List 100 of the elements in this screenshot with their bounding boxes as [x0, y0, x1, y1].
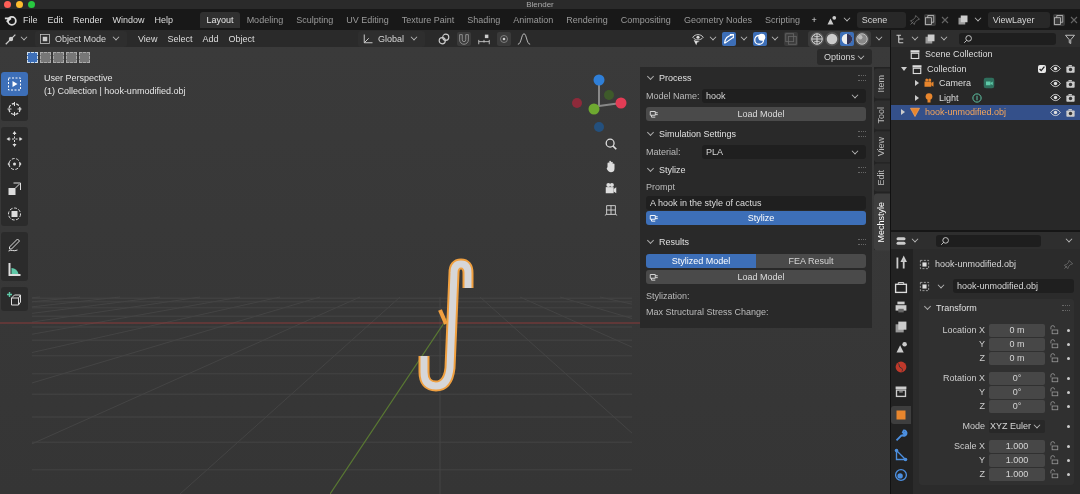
- eye-icon[interactable]: [1050, 92, 1061, 104]
- search-field[interactable]: [959, 32, 1056, 45]
- shaded-sphere-icon[interactable]: [855, 31, 869, 46]
- eye-icon[interactable]: [1050, 77, 1061, 89]
- selection-mode-button[interactable]: [79, 51, 90, 63]
- layers-icon[interactable]: [924, 32, 936, 45]
- keyframe-dot-icon[interactable]: [1067, 404, 1070, 408]
- keyframe-dot-icon[interactable]: [1067, 390, 1070, 394]
- sidebar-tab[interactable]: Item: [874, 69, 890, 99]
- lock-icon[interactable]: [1049, 387, 1059, 397]
- workspace-tab[interactable]: Texture Paint: [395, 11, 461, 28]
- disclosure-triangle-icon[interactable]: [901, 66, 907, 71]
- keyframe-dot-icon[interactable]: [1067, 458, 1070, 462]
- camera-data-icon[interactable]: [983, 77, 995, 90]
- keyframe-dot-icon[interactable]: [1067, 444, 1070, 448]
- grip-icon[interactable]: [858, 167, 866, 173]
- prompt-field[interactable]: A hook in the style of cactus: [646, 196, 866, 210]
- mode-dropdown[interactable]: XYZ Euler: [989, 419, 1045, 433]
- outliner-row[interactable]: Light: [891, 90, 1080, 105]
- workspace-tab[interactable]: UV Editing: [339, 11, 396, 28]
- material-dropdown[interactable]: PLA: [702, 145, 866, 159]
- result-tab[interactable]: FEA Result: [756, 254, 866, 268]
- duplicate-icon[interactable]: [923, 13, 936, 26]
- magnet-icon[interactable]: [457, 31, 471, 46]
- add-workspace-button[interactable]: +: [806, 14, 822, 25]
- falloff-curve-icon[interactable]: [517, 31, 531, 46]
- viewport-menu-item[interactable]: Select: [162, 33, 198, 44]
- maximize-button[interactable]: [28, 1, 35, 8]
- lock-icon[interactable]: [1049, 353, 1059, 363]
- grip-icon[interactable]: [858, 131, 866, 137]
- overlay-circles-icon[interactable]: [753, 31, 767, 46]
- eye-icon[interactable]: [1050, 106, 1061, 118]
- keyframe-dot-icon[interactable]: [1067, 328, 1070, 332]
- disclosure-triangle-icon[interactable]: [901, 109, 905, 116]
- workspace-tab[interactable]: Modeling: [240, 11, 290, 28]
- include-checkbox[interactable]: [1038, 64, 1046, 73]
- object-name-field[interactable]: hook-unmodified.obj: [953, 279, 1074, 293]
- outliner-row[interactable]: Collection: [891, 61, 1080, 76]
- number-field[interactable]: 0°: [989, 371, 1045, 385]
- keyframe-dot-icon[interactable]: [1067, 424, 1070, 428]
- proportional-icon[interactable]: [497, 31, 511, 46]
- lock-icon[interactable]: [1049, 455, 1059, 465]
- panel-title[interactable]: Transform: [936, 303, 977, 313]
- menu-item[interactable]: Render: [68, 14, 108, 25]
- filter-icon[interactable]: [1064, 32, 1076, 45]
- minimize-button[interactable]: [16, 1, 23, 8]
- panel-title[interactable]: Stylize: [659, 165, 686, 175]
- layers-icon[interactable]: [956, 13, 969, 26]
- outliner-row[interactable]: Camera: [891, 76, 1080, 91]
- workspace-tab[interactable]: Layout: [200, 11, 241, 28]
- mode-dropdown[interactable]: Object Mode: [35, 30, 128, 47]
- panel-title[interactable]: Results: [659, 237, 689, 247]
- duplicate-icon[interactable]: [1053, 13, 1065, 26]
- lock-icon[interactable]: [1049, 441, 1059, 451]
- stylize-button[interactable]: Stylize: [646, 211, 866, 225]
- workspace-tab[interactable]: Rendering: [559, 11, 615, 28]
- outliner-row[interactable]: hook-unmodified.obj: [891, 105, 1080, 120]
- workspace-tab[interactable]: Geometry Nodes: [677, 11, 759, 28]
- select-box-icon[interactable]: [1, 72, 28, 96]
- viewport-menu-item[interactable]: Add: [197, 33, 224, 44]
- orientation-dropdown[interactable]: Global: [358, 30, 425, 47]
- panel-title[interactable]: Simulation Settings: [659, 129, 737, 139]
- scene-field[interactable]: Scene: [856, 11, 906, 28]
- editor-type-icon[interactable]: [895, 234, 907, 247]
- outliner-item[interactable]: Scene Collection: [925, 49, 993, 60]
- viewport-menu-item[interactable]: Object: [223, 33, 260, 44]
- number-field[interactable]: 0 m: [989, 323, 1045, 337]
- number-field[interactable]: 0 m: [989, 337, 1045, 351]
- number-field[interactable]: 0 m: [989, 351, 1045, 365]
- sidebar-tab[interactable]: Edit: [874, 164, 890, 192]
- sidebar-tab[interactable]: View: [874, 131, 890, 163]
- view-layer-field[interactable]: ViewLayer: [987, 11, 1050, 28]
- selection-mode-button[interactable]: [53, 51, 64, 63]
- menu-item[interactable]: Help: [149, 14, 179, 25]
- lock-icon[interactable]: [1049, 469, 1059, 479]
- load-model-button[interactable]: Load Model: [646, 270, 866, 284]
- grip-icon[interactable]: [1062, 305, 1070, 311]
- keyframe-dot-icon[interactable]: [1067, 376, 1070, 380]
- lock-icon[interactable]: [1049, 373, 1059, 383]
- solid-sphere-icon[interactable]: [825, 31, 839, 46]
- options-dropdown[interactable]: Options: [816, 49, 872, 65]
- number-field[interactable]: 0°: [989, 399, 1045, 413]
- lock-icon[interactable]: [1049, 401, 1059, 411]
- selection-mode-button[interactable]: [40, 51, 51, 63]
- sidebar-tab[interactable]: Tool: [874, 100, 890, 130]
- menu-item[interactable]: Edit: [42, 14, 69, 25]
- scene-icon[interactable]: [825, 13, 838, 26]
- wireframe-sphere-icon[interactable]: [810, 31, 824, 46]
- number-field[interactable]: 1.000: [989, 453, 1045, 467]
- number-field[interactable]: 1.000: [989, 439, 1045, 453]
- sidebar-tab[interactable]: Mechstyle: [874, 193, 890, 251]
- menu-item[interactable]: Window: [107, 14, 150, 25]
- eye-icon[interactable]: [1050, 63, 1061, 75]
- eye-pointer-icon[interactable]: [691, 31, 705, 46]
- half-sphere-icon[interactable]: [840, 31, 854, 46]
- light-data-icon[interactable]: [970, 91, 983, 104]
- lock-icon[interactable]: [1049, 325, 1059, 335]
- keyframe-dot-icon[interactable]: [1067, 356, 1070, 360]
- workspace-tab[interactable]: Animation: [506, 11, 560, 28]
- disclosure-triangle-icon[interactable]: [915, 94, 919, 101]
